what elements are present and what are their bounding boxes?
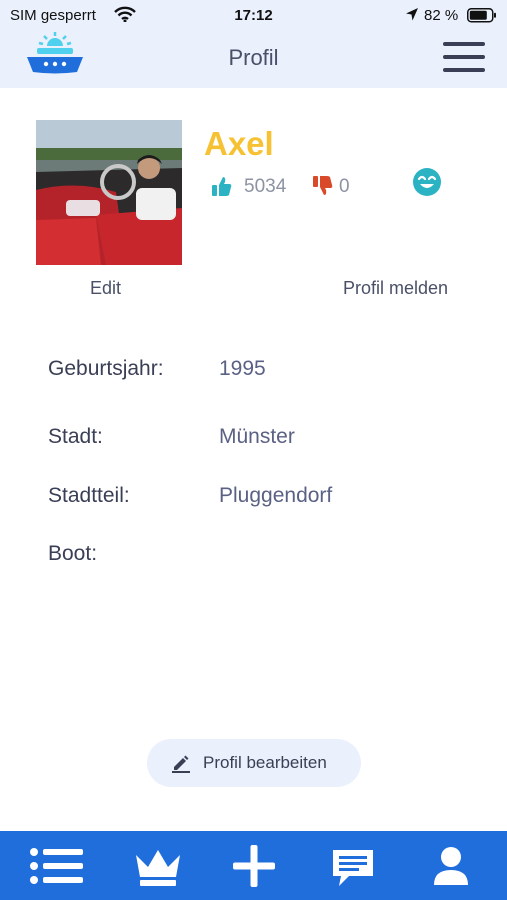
city-value: Münster — [219, 425, 295, 448]
status-bar: SIM gesperrt 17:12 82 % — [0, 0, 507, 30]
tab-messages[interactable] — [313, 831, 393, 900]
edit-profile-label: Profil bearbeiten — [203, 753, 327, 772]
boat-label: Boot: — [48, 542, 98, 565]
chat-icon — [333, 850, 373, 886]
thumbs-up-icon — [211, 175, 233, 202]
tab-list[interactable] — [17, 831, 97, 900]
hamburger-menu-icon[interactable] — [443, 42, 485, 74]
birth-year-label: Geburtsjahr: — [48, 357, 164, 380]
likes-count: 5034 — [244, 176, 287, 197]
battery-icon — [467, 8, 497, 28]
profile-photo — [36, 120, 182, 265]
list-icon — [30, 848, 83, 884]
city-label: Stadt: — [48, 425, 103, 448]
profile-name: Axel — [204, 125, 274, 162]
district-label: Stadtteil: — [48, 484, 130, 507]
district-value: Pluggendorf — [219, 484, 333, 507]
bottom-tab-bar — [0, 831, 507, 900]
edit-profile-button[interactable]: Profil bearbeiten — [147, 739, 361, 787]
tab-add[interactable] — [214, 831, 294, 900]
birth-year-value: 1995 — [219, 357, 266, 380]
edit-photo-link[interactable]: Edit — [90, 278, 121, 299]
app-header: Profil — [0, 30, 507, 88]
dislikes-count: 0 — [339, 176, 350, 197]
thumbs-down-icon — [312, 175, 334, 202]
report-profile-link[interactable]: Profil melden — [343, 278, 448, 299]
location-arrow-icon — [405, 7, 419, 27]
crown-icon — [136, 850, 180, 886]
pencil-icon — [171, 753, 191, 778]
tab-profile[interactable] — [411, 831, 491, 900]
smiley-mood-icon — [412, 167, 442, 202]
tab-ranking[interactable] — [118, 831, 198, 900]
battery-percent: 82 % — [424, 7, 459, 24]
page-title: Profil — [228, 45, 279, 70]
user-icon — [434, 847, 468, 885]
plus-icon — [233, 845, 275, 887]
